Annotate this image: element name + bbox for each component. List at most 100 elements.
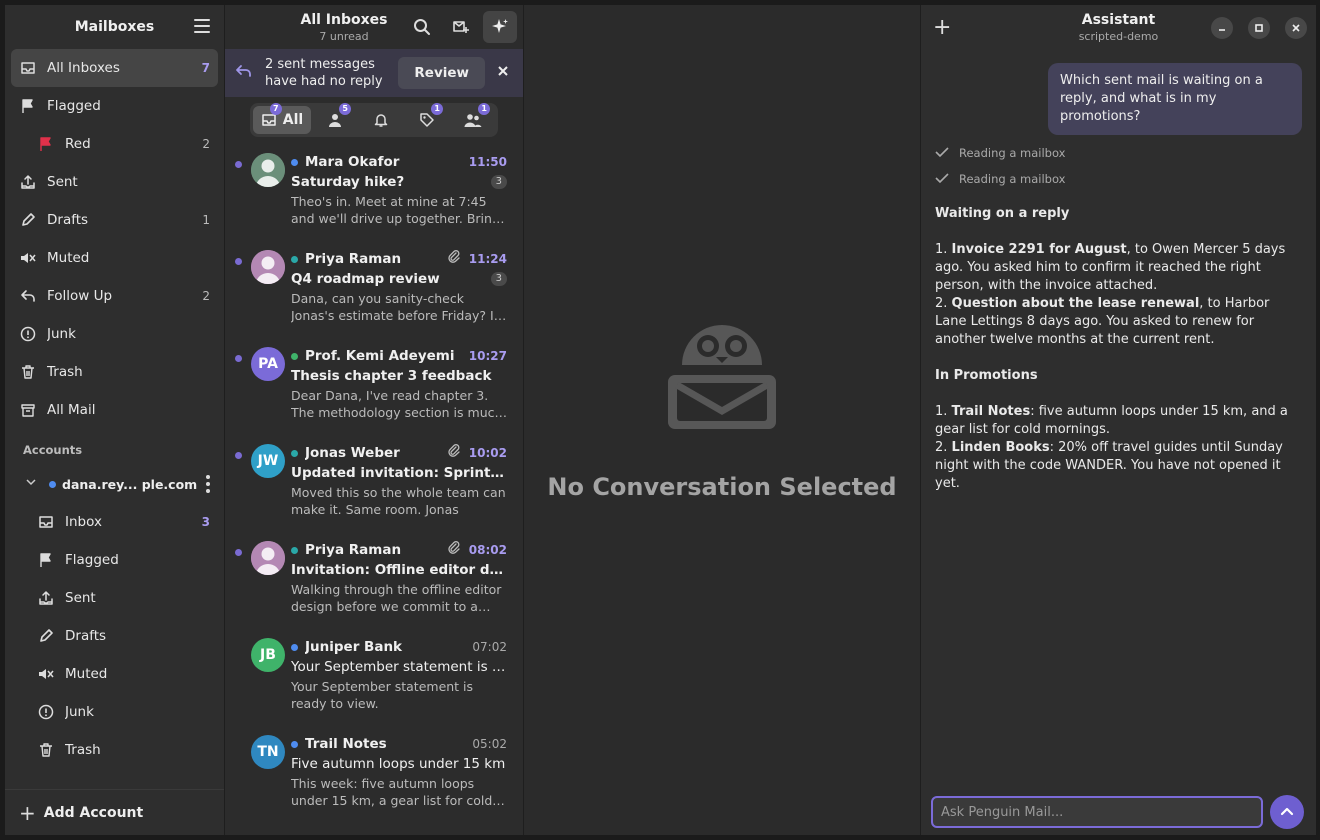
checkmark-icon — [935, 172, 949, 187]
sidebar-item-junk[interactable]: Junk — [5, 315, 224, 353]
account-row[interactable]: dana.rey... ple.com — [5, 465, 224, 503]
answer-item: 1. Trail Notes: five autumn loops under … — [935, 403, 1302, 439]
trash-icon — [37, 741, 55, 759]
filter-badge: 1 — [431, 103, 444, 115]
add-account-button[interactable]: + Add Account — [5, 789, 224, 835]
sidebar-item-follow-up[interactable]: Follow Up 2 — [5, 277, 224, 315]
account-item-junk[interactable]: Junk — [5, 693, 224, 731]
banner-text: 2 sent messages have had no reply — [265, 56, 398, 90]
more-options-icon[interactable] — [206, 475, 210, 493]
message-preview: This week: five autumn loops under 15 km… — [291, 776, 493, 808]
item-title: Invoice 2291 for August — [951, 242, 1127, 257]
assistant-input-bar — [921, 789, 1316, 835]
message-row[interactable]: PA Prof. Kemi Adeyemi 10:27 Thesis chapter … — [225, 337, 523, 434]
message-row[interactable]: Priya Raman 08:02 Invitation: Offline edit… — [225, 531, 523, 628]
avatar: PA — [251, 347, 285, 381]
search-icon — [414, 19, 430, 35]
message-sender: Trail Notes — [305, 736, 387, 752]
filter-all-label: All — [282, 112, 304, 128]
account-item-flagged[interactable]: Flagged — [5, 541, 224, 579]
mailbox-list: All Inboxes 7 Flagged Red 2 Sent Drafts — [5, 49, 224, 789]
avatar — [251, 541, 285, 575]
pencil-icon — [19, 211, 37, 229]
message-list: Mara Okafor 11:50 Saturday hike? 3 Theo's in… — [225, 143, 523, 835]
message-preview: Your September statement is ready to vie… — [291, 679, 474, 711]
avatar-initials: JW — [257, 453, 279, 469]
unread-indicator — [235, 355, 242, 362]
sidebar-item-trash[interactable]: Trash — [5, 353, 224, 391]
inbox-icon — [19, 59, 37, 77]
assistant-conversation: Which sent mail is waiting on a reply, a… — [921, 49, 1316, 789]
message-time: 10:27 — [468, 349, 507, 363]
sidebar-item-muted[interactable]: Muted — [5, 239, 224, 277]
message-preview: Moved this so the whole team can make it… — [291, 485, 506, 517]
attachment-icon — [447, 541, 461, 559]
conversation-view-empty: No Conversation Selected — [524, 5, 921, 835]
plus-icon: + — [19, 800, 36, 825]
account-item-drafts[interactable]: Drafts — [5, 617, 224, 655]
compose-mail-icon — [453, 21, 469, 33]
account-item-trash[interactable]: Trash — [5, 731, 224, 769]
assistant-toggle-button[interactable] — [483, 11, 517, 43]
ask-input[interactable] — [931, 796, 1263, 828]
message-row[interactable]: Priya Raman 11:24 Q4 roadmap review 3 Dana, … — [225, 240, 523, 337]
filter-groups[interactable]: 1 — [451, 103, 495, 134]
filter-notifications[interactable] — [359, 106, 403, 134]
mailboxes-sidebar: Mailboxes All Inboxes 7 Flagged Red 2 Se… — [5, 5, 225, 835]
account-color-dot — [49, 480, 56, 488]
review-button[interactable]: Review — [398, 57, 485, 89]
message-sender: Mara Okafor — [305, 154, 400, 170]
sparkle-icon — [492, 19, 508, 33]
exclamation-circle-icon — [37, 703, 55, 721]
answer-item: 1. Invoice 2291 for August, to Owen Merc… — [935, 241, 1302, 295]
account-item-sent[interactable]: Sent — [5, 579, 224, 617]
message-preview: Walking through the offline editor desig… — [291, 582, 502, 614]
message-row[interactable]: JB Juniper Bank 07:02 Your September statem… — [225, 628, 523, 725]
sent-icon — [37, 589, 55, 607]
message-row[interactable]: TN Trail Notes 05:02 Five autumn loops unde… — [225, 725, 523, 822]
sidebar-item-flagged[interactable]: Flagged — [5, 87, 224, 125]
user-message-bubble: Which sent mail is waiting on a reply, a… — [1048, 63, 1302, 135]
item-number: 2. — [935, 440, 952, 455]
filter-promotions[interactable]: 1 — [405, 103, 449, 134]
trash-icon — [19, 363, 37, 381]
message-row[interactable]: Mara Okafor 11:50 Saturday hike? 3 Theo's in… — [225, 143, 523, 240]
pencil-icon — [37, 627, 55, 645]
message-row[interactable]: JW Jonas Weber 10:02 Updated invitation: Sp… — [225, 434, 523, 531]
search-button[interactable] — [405, 11, 439, 43]
send-button[interactable] — [1270, 795, 1304, 829]
sidebar-item-drafts[interactable]: Drafts 1 — [5, 201, 224, 239]
sidebar-item-sent[interactable]: Sent — [5, 163, 224, 201]
close-window-icon[interactable] — [1285, 17, 1307, 39]
compose-button[interactable] — [444, 11, 478, 43]
sidebar-item-red[interactable]: Red 2 — [5, 125, 224, 163]
filter-people[interactable]: 5 — [313, 103, 357, 134]
new-chat-plus-icon[interactable]: + — [933, 17, 951, 39]
answer-item: 2. Question about the lease renewal, to … — [935, 295, 1302, 349]
filter-all[interactable]: 7 All — [252, 103, 312, 134]
list-title: All Inboxes — [300, 11, 388, 28]
banner-line-1: 2 sent messages — [265, 57, 375, 72]
filter-badge: 5 — [339, 103, 352, 115]
close-icon[interactable] — [497, 65, 513, 81]
message-subject: Saturday hike? — [291, 174, 405, 190]
account-color-dot — [291, 158, 298, 166]
unread-indicator — [235, 549, 242, 556]
filter-segmented-control: 7 All 5 1 1 — [249, 103, 499, 137]
sidebar-item-label: Drafts — [47, 212, 89, 228]
chevron-down-icon[interactable] — [25, 476, 39, 492]
person-icon — [329, 114, 342, 127]
hamburger-menu-icon[interactable] — [194, 19, 210, 33]
message-subject: Invitation: Offline editor design — [291, 562, 507, 578]
thread-count: 3 — [490, 175, 507, 189]
sidebar-item-all-mail[interactable]: All Mail — [5, 391, 224, 429]
item-count: 2 — [202, 289, 210, 303]
maximize-icon[interactable] — [1248, 17, 1270, 39]
account-item-muted[interactable]: Muted — [5, 655, 224, 693]
sidebar-item-label: Sent — [47, 174, 78, 190]
avatar-initials: PA — [258, 356, 278, 372]
sidebar-item-all-inboxes[interactable]: All Inboxes 7 — [11, 49, 218, 87]
account-item-inbox[interactable]: Inbox 3 — [5, 503, 224, 541]
message-subject: Q4 roadmap review — [291, 271, 440, 287]
minimize-icon[interactable] — [1211, 17, 1233, 39]
